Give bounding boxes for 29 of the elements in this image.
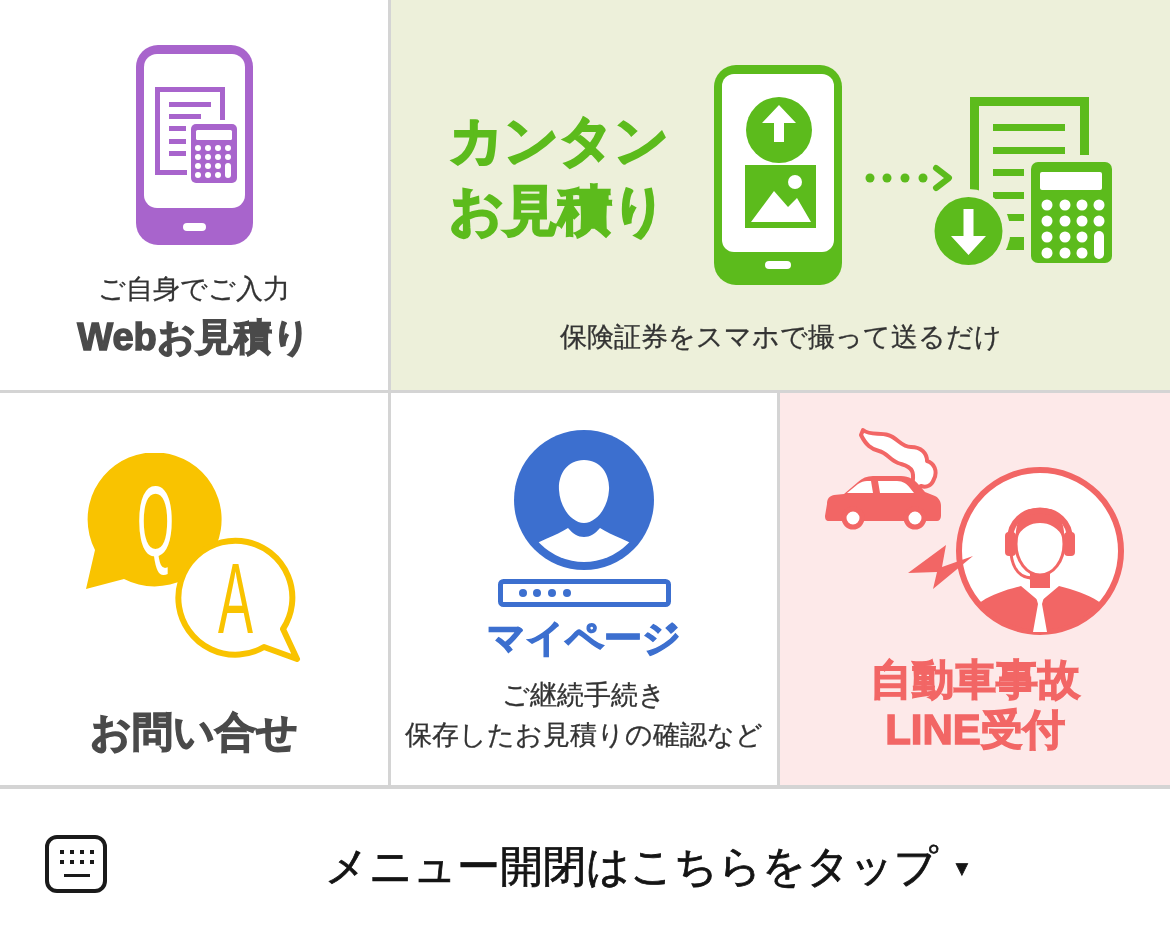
menu-tile[interactable]: マイページ ご継続手続き 保存したお見積りの確認など [391, 393, 777, 785]
speech-bubble-icon [175, 537, 300, 662]
tile-title: 自動車事故 LINE受付 [870, 655, 1080, 755]
lightning-icon [908, 545, 973, 589]
image-icon [744, 165, 816, 228]
bubble-letter: A [218, 542, 285, 654]
upload-icon [745, 97, 812, 163]
tile-title: お問い合せ [90, 708, 298, 756]
caret-icon: ▼ [952, 857, 972, 880]
menu-tile[interactable]: Q A お問い合せ [0, 393, 388, 785]
tile-title: カンタン お見積り [448, 109, 669, 242]
tile-title: Webお見積り [77, 315, 311, 360]
download-icon [934, 197, 1002, 265]
tile-caption: 保険証券をスマホで撮って送るだけ [559, 321, 1002, 354]
password-field-icon [496, 578, 672, 608]
operator-icon [956, 467, 1124, 635]
keyboard-icon[interactable] [45, 834, 107, 893]
tile-title: マイページ [487, 616, 681, 661]
bubble-letter: Q [137, 465, 215, 577]
tile-subtitle: ご自身でご入力 [98, 273, 290, 306]
dotted-arrow-icon [865, 165, 952, 191]
calculator-icon [190, 124, 237, 183]
user-avatar-icon [514, 430, 654, 570]
calculator-icon [1030, 162, 1112, 263]
menu-tile[interactable]: ご自身でご入力 Webお見積り [0, 0, 388, 390]
menu-toggle-button[interactable]: メニュー開閉はこちらをタップ ▼ [107, 837, 1170, 896]
menu-tile[interactable]: カンタン お見積り 保険証券をスマホで撮って送るだけ [391, 0, 1170, 390]
smoking-car-icon [825, 428, 941, 530]
tile-description: ご継続手続き 保存したお見積りの確認など [405, 679, 763, 752]
